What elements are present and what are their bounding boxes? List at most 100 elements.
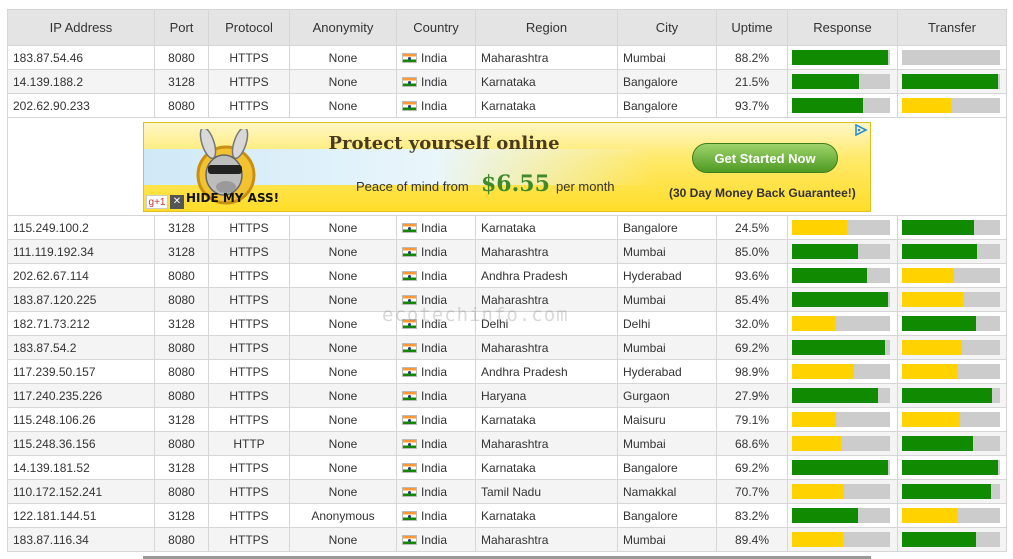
cell-ip[interactable]: 14.139.188.2 [7, 69, 155, 94]
cell-uptime-text: 88.2% [734, 50, 769, 65]
cell-city-text: Mumbai [623, 340, 666, 355]
cell-city: Namakkal [617, 479, 717, 504]
cell-country-text: India [421, 412, 448, 427]
cell-uptime-text: 79.1% [734, 412, 769, 427]
banner-ad[interactable]: HIDE MY ASS! Protect yourself online Pea… [143, 121, 871, 212]
cell-region: Maharashtra [475, 239, 618, 264]
cell-ip[interactable]: 183.87.116.34 [7, 527, 155, 552]
cell-transfer [897, 431, 1007, 456]
cell-ip[interactable]: 183.87.120.225 [7, 287, 155, 312]
cell-country: India [396, 479, 476, 504]
cell-region: Maharashtra [475, 287, 618, 312]
header-city[interactable]: City [617, 9, 717, 46]
header-response[interactable]: Response [787, 9, 898, 46]
cell-uptime-text: 85.0% [734, 244, 769, 259]
adchoices-icon[interactable] [854, 123, 868, 136]
header-port[interactable]: Port [154, 9, 209, 46]
cell-region: Delhi [475, 311, 618, 336]
cell-region-text: Maharashtra [481, 436, 549, 451]
cell-ip[interactable]: 115.248.106.26 [7, 407, 155, 432]
cell-region: Karnataka [475, 93, 618, 118]
cell-uptime-text: 68.6% [734, 436, 769, 451]
cell-ip[interactable]: 117.240.235.226 [7, 383, 155, 408]
cell-port-text: 3128 [168, 508, 195, 523]
cell-protocol: HTTPS [208, 311, 290, 336]
table-body-top: 183.87.54.46 8080 HTTPS None India Maharashtr… [7, 45, 1007, 118]
table-row: 117.239.50.157 8080 HTTPS None India Andhra P… [7, 359, 1007, 384]
cell-response [787, 479, 898, 504]
cell-city-text: Hyderabad [623, 364, 682, 379]
get-started-button[interactable]: Get Started Now [692, 142, 838, 173]
cell-ip[interactable]: 111.119.192.34 [7, 239, 155, 264]
header-transfer[interactable]: Transfer [897, 9, 1007, 46]
table-row: 183.87.54.46 8080 HTTPS None India Maharashtr… [7, 45, 1007, 70]
cell-response [787, 383, 898, 408]
response-bar [792, 98, 890, 113]
google-plus-one-button[interactable]: g+1 [146, 194, 168, 209]
header-country[interactable]: Country [396, 9, 476, 46]
response-bar-fill [792, 532, 843, 547]
table-row: 14.139.188.2 3128 HTTPS None India Karnataka B… [7, 69, 1007, 94]
response-bar [792, 74, 890, 89]
cell-ip[interactable]: 182.71.73.212 [7, 311, 155, 336]
transfer-bar-fill [902, 532, 976, 547]
header-ip[interactable]: IP Address [7, 9, 155, 46]
cell-protocol: HTTPS [208, 263, 290, 288]
cell-response [787, 335, 898, 360]
header-protocol[interactable]: Protocol [208, 9, 290, 46]
cell-transfer [897, 239, 1007, 264]
cell-uptime-text: 69.2% [734, 340, 769, 355]
cell-protocol-text: HTTPS [229, 74, 269, 89]
cell-anonymity-text: None [328, 436, 358, 451]
cell-anonymity-text: None [328, 50, 358, 65]
cell-ip[interactable]: 202.62.90.233 [7, 93, 155, 118]
cell-protocol: HTTPS [208, 503, 290, 528]
cell-ip[interactable]: 115.248.36.156 [7, 431, 155, 456]
cell-anonymity-text: None [328, 244, 358, 259]
cell-uptime: 85.4% [716, 287, 788, 312]
transfer-bar [902, 340, 1000, 355]
proxy-list: IP Address Port Protocol Anonymity Count… [7, 9, 1007, 552]
cell-transfer [897, 479, 1007, 504]
cell-uptime: 88.2% [716, 45, 788, 70]
transfer-bar [902, 508, 1000, 523]
cell-ip[interactable]: 14.139.181.52 [7, 455, 155, 480]
header-region[interactable]: Region [475, 9, 618, 46]
cell-protocol: HTTPS [208, 383, 290, 408]
cell-city: Delhi [617, 311, 717, 336]
cell-ip[interactable]: 183.87.54.46 [7, 45, 155, 70]
cell-ip[interactable]: 110.172.152.241 [7, 479, 155, 504]
cell-uptime-text: 93.7% [734, 98, 769, 113]
response-bar-fill [792, 292, 889, 307]
cell-uptime: 85.0% [716, 239, 788, 264]
ad-price: $6.55 [481, 170, 550, 197]
response-bar-fill [792, 388, 879, 403]
cell-ip[interactable]: 183.87.54.2 [7, 335, 155, 360]
cell-port: 8080 [154, 287, 209, 312]
cell-region: Karnataka [475, 407, 618, 432]
cell-response [787, 93, 898, 118]
cell-port-text: 3128 [168, 244, 195, 259]
cell-country: India [396, 287, 476, 312]
cell-ip[interactable]: 122.181.144.51 [7, 503, 155, 528]
cell-ip[interactable]: 117.239.50.157 [7, 359, 155, 384]
cell-ip[interactable]: 202.62.67.114 [7, 263, 155, 288]
close-icon[interactable]: ✕ [170, 194, 184, 209]
cell-region: Karnataka [475, 503, 618, 528]
response-bar-fill [792, 364, 854, 379]
cell-port: 3128 [154, 69, 209, 94]
india-flag-icon [402, 486, 417, 497]
transfer-bar-fill [902, 364, 957, 379]
response-bar-fill [792, 74, 859, 89]
cell-region-text: Karnataka [481, 412, 536, 427]
cell-uptime-text: 32.0% [734, 316, 769, 331]
header-uptime[interactable]: Uptime [716, 9, 788, 46]
response-bar [792, 484, 890, 499]
cell-protocol: HTTPS [208, 479, 290, 504]
response-bar-fill [792, 220, 847, 235]
cell-response [787, 239, 898, 264]
ad-title: Protect yourself online [328, 132, 560, 154]
table-row: 115.249.100.2 3128 HTTPS None India Karnataka… [7, 215, 1007, 240]
cell-ip[interactable]: 115.249.100.2 [7, 215, 155, 240]
header-anonymity[interactable]: Anonymity [289, 9, 397, 46]
